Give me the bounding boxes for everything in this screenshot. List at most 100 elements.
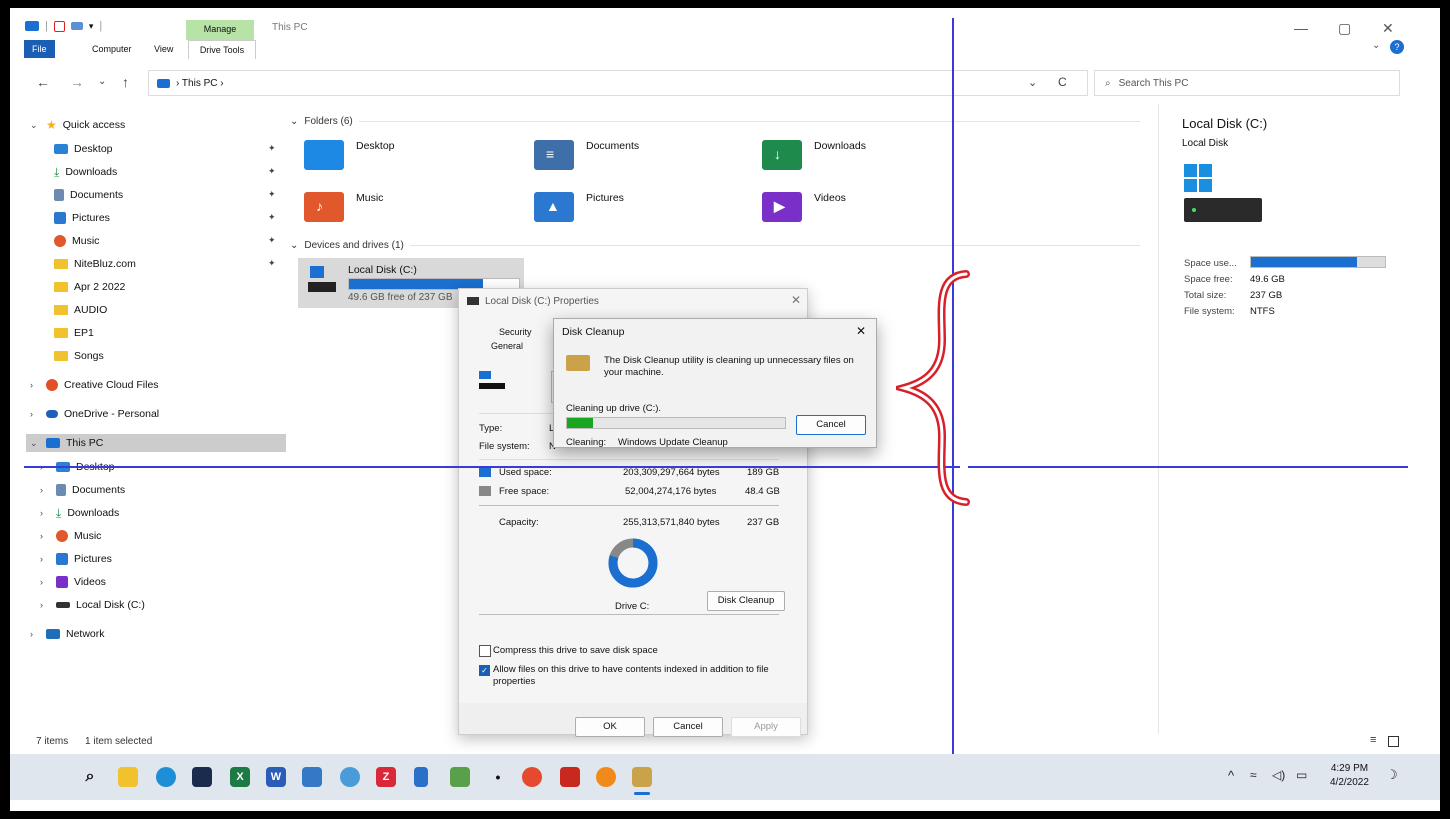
- devices-section-header[interactable]: ⌄ Devices and drives (1): [290, 240, 1140, 251]
- address-dropdown-icon[interactable]: ⌄: [1028, 76, 1037, 89]
- pin-icon[interactable]: ✦: [268, 189, 276, 200]
- new-folder-icon[interactable]: [70, 22, 83, 30]
- sidebar-item-nitebluz[interactable]: NiteBluz.com: [54, 255, 136, 273]
- folder-downloads[interactable]: ↓ Downloads: [762, 140, 866, 170]
- app-icon[interactable]: Z: [376, 767, 396, 787]
- word-icon[interactable]: W: [266, 767, 286, 787]
- cancel-button[interactable]: Cancel: [653, 717, 723, 737]
- forward-button[interactable]: →: [70, 74, 84, 90]
- app-icon[interactable]: [340, 767, 360, 787]
- folders-section-header[interactable]: ⌄ Folders (6): [290, 116, 1140, 127]
- close-button[interactable]: ✕: [1382, 20, 1394, 37]
- sidebar-item-audio[interactable]: AUDIO: [54, 301, 107, 319]
- pin-icon[interactable]: ✦: [268, 166, 276, 177]
- acrobat-icon[interactable]: [560, 767, 580, 787]
- folder-music[interactable]: ♪ Music: [304, 192, 383, 222]
- tab-computer[interactable]: Computer: [84, 40, 140, 58]
- minimize-button[interactable]: —: [1294, 20, 1308, 36]
- sidebar-item-pc-documents[interactable]: › Documents: [40, 481, 125, 499]
- notepad-icon[interactable]: [414, 767, 428, 787]
- cancel-cleanup-button[interactable]: Cancel: [796, 415, 866, 435]
- chevron-right-icon[interactable]: ›: [40, 577, 50, 587]
- sidebar-item-creative-cloud[interactable]: › Creative Cloud Files: [30, 376, 159, 394]
- ok-button[interactable]: OK: [575, 717, 645, 737]
- chevron-right-icon[interactable]: ›: [40, 531, 50, 541]
- notifications-icon[interactable]: ☽: [1386, 767, 1398, 783]
- refresh-icon[interactable]: C: [1058, 75, 1067, 89]
- sidebar-item-quick-access[interactable]: ⌄ ★ Quick access: [30, 116, 125, 134]
- back-button[interactable]: ←: [36, 74, 50, 90]
- sidebar-item-pc-music[interactable]: › Music: [40, 527, 101, 545]
- sidebar-item-ep1[interactable]: EP1: [54, 324, 94, 342]
- sidebar-item-pc-pictures[interactable]: › Pictures: [40, 550, 112, 568]
- clock[interactable]: 4:29 PM 4/2/2022: [1330, 762, 1369, 790]
- search-input[interactable]: ⌕ Search This PC: [1094, 70, 1400, 96]
- volume-icon[interactable]: ◁): [1272, 768, 1285, 782]
- disk-cleanup-taskbar-icon[interactable]: [632, 767, 652, 787]
- file-explorer-icon[interactable]: [118, 767, 138, 787]
- folder-pictures[interactable]: ▲ Pictures: [534, 192, 624, 222]
- disk-cleanup-button[interactable]: Disk Cleanup: [707, 591, 785, 611]
- customize-toolbar-icon[interactable]: ▾: [89, 21, 94, 32]
- sidebar-item-desktop[interactable]: Desktop: [54, 140, 113, 158]
- chevron-right-icon[interactable]: ›: [30, 380, 40, 390]
- tab-view[interactable]: View: [146, 40, 181, 58]
- sidebar-item-pc-local-disk[interactable]: › Local Disk (C:): [40, 596, 145, 614]
- apply-button[interactable]: Apply: [731, 717, 801, 737]
- sidebar-item-music[interactable]: Music: [54, 232, 99, 250]
- pin-icon[interactable]: ✦: [268, 212, 276, 223]
- folder-desktop[interactable]: Desktop: [304, 140, 395, 170]
- chevron-right-icon[interactable]: ›: [40, 508, 50, 518]
- help-icon[interactable]: ?: [1390, 40, 1404, 54]
- start-button-icon[interactable]: [44, 767, 62, 785]
- chevron-right-icon[interactable]: ›: [40, 554, 50, 564]
- close-icon[interactable]: ✕: [791, 293, 801, 307]
- app-icon[interactable]: •: [488, 767, 508, 787]
- search-icon[interactable]: ⌕: [80, 767, 100, 787]
- photos-icon[interactable]: [450, 767, 470, 787]
- up-button[interactable]: ↑: [122, 74, 129, 90]
- computer-icon[interactable]: [25, 21, 39, 31]
- sidebar-item-apr-2-2022[interactable]: Apr 2 2022: [54, 278, 125, 296]
- chevron-right-icon[interactable]: ›: [30, 629, 40, 639]
- app-icon[interactable]: [596, 767, 616, 787]
- wifi-icon[interactable]: ≈: [1250, 768, 1257, 782]
- sidebar-item-network[interactable]: › Network: [30, 625, 105, 643]
- sidebar-item-this-pc[interactable]: ⌄ This PC: [26, 434, 286, 452]
- details-view-icon[interactable]: ≡: [1370, 734, 1376, 746]
- large-icons-view-icon[interactable]: [1388, 736, 1399, 747]
- folder-videos[interactable]: ▶ Videos: [762, 192, 846, 222]
- sidebar-item-onedrive[interactable]: › OneDrive - Personal: [30, 405, 159, 423]
- chevron-right-icon[interactable]: ›: [40, 600, 50, 610]
- properties-icon[interactable]: [53, 20, 65, 32]
- recent-locations-button[interactable]: ⌄: [98, 76, 106, 87]
- chrome-icon[interactable]: [522, 767, 542, 787]
- tab-general[interactable]: General: [491, 341, 523, 351]
- tab-security[interactable]: Security: [499, 327, 532, 337]
- compress-checkbox[interactable]: [479, 645, 491, 657]
- folder-documents[interactable]: ≡ Documents: [534, 140, 639, 170]
- pin-icon[interactable]: ✦: [268, 235, 276, 246]
- manage-tab-header[interactable]: Manage: [186, 20, 254, 40]
- restore-button[interactable]: ▢: [1338, 20, 1351, 37]
- sidebar-item-downloads[interactable]: ⤓ Downloads: [54, 163, 117, 181]
- tab-drive-tools[interactable]: Drive Tools: [188, 40, 256, 59]
- chevron-right-icon[interactable]: ›: [40, 485, 50, 495]
- index-checkbox[interactable]: ✓: [479, 665, 490, 676]
- address-bar[interactable]: › This PC ›: [148, 70, 1088, 96]
- pin-icon[interactable]: ✦: [268, 143, 276, 154]
- pin-icon[interactable]: ✦: [268, 258, 276, 269]
- chevron-down-icon[interactable]: ⌄: [30, 438, 40, 449]
- outlook-icon[interactable]: [302, 767, 322, 787]
- sidebar-item-pc-videos[interactable]: › Videos: [40, 573, 106, 591]
- expand-ribbon-icon[interactable]: ⌄: [1372, 40, 1380, 51]
- breadcrumb[interactable]: › This PC ›: [176, 78, 224, 89]
- sidebar-item-pictures[interactable]: Pictures: [54, 209, 110, 227]
- edge-icon[interactable]: [156, 767, 176, 787]
- sidebar-item-documents[interactable]: Documents: [54, 186, 123, 204]
- chevron-down-icon[interactable]: ⌄: [30, 120, 40, 131]
- sidebar-item-pc-downloads[interactable]: › ⤓ Downloads: [40, 504, 119, 522]
- tab-file[interactable]: File: [24, 40, 55, 58]
- chevron-right-icon[interactable]: ›: [30, 409, 40, 419]
- excel-icon[interactable]: X: [230, 767, 250, 787]
